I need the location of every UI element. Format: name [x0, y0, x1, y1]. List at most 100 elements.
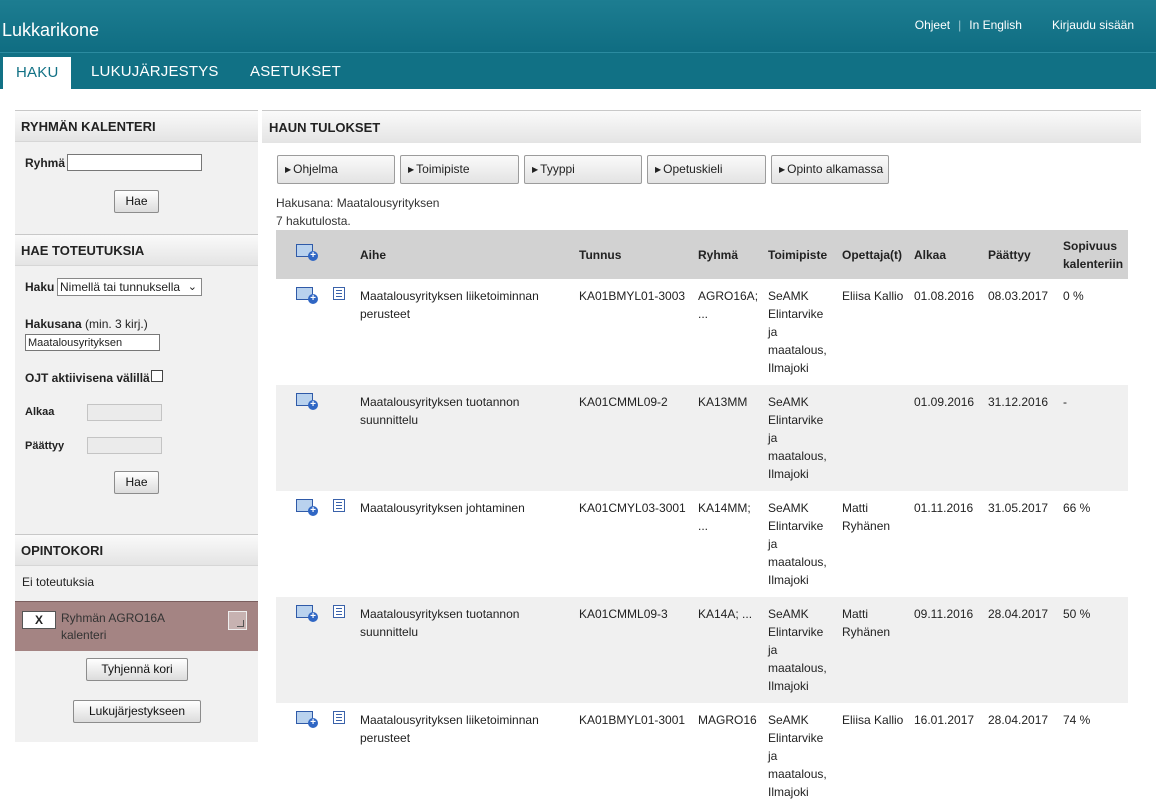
group-label: Ryhmä: [25, 156, 66, 170]
top-links: Ohjeet | In English Kirjaudu sisään: [915, 18, 1134, 32]
filter-ohjelma[interactable]: ▶ Ohjelma: [277, 155, 395, 184]
cell-start: 01.08.2016: [910, 279, 984, 385]
table-row: + Maatalousyrityksen johtaminen KA01CMYL03…: [276, 491, 1128, 597]
col-end[interactable]: Päättyy: [984, 230, 1059, 279]
details-list-icon[interactable]: [333, 499, 345, 512]
cell-fit: 74 %: [1059, 703, 1128, 809]
query-label-group: Hakusana (min. 3 kirj.): [25, 317, 148, 331]
query-label: Hakusana: [25, 317, 82, 331]
cell-fit: 66 %: [1059, 491, 1128, 597]
row-details-cell: [329, 279, 356, 385]
cell-fit: 50 %: [1059, 597, 1128, 703]
chevron-down-icon: ⌄: [187, 281, 197, 293]
filter-tyyppi[interactable]: ▶ Tyyppi: [524, 155, 642, 184]
results-table: + Aihe Tunnus Ryhmä Toimipiste Opettaja(…: [276, 230, 1128, 809]
filter-opinto-alkamassa[interactable]: ▶ Opinto alkamassa: [771, 155, 889, 184]
clear-cart-button[interactable]: Tyhjennä kori: [86, 658, 188, 681]
cell-code: KA01CMML09-3: [575, 597, 694, 703]
row-add-cell: +: [276, 279, 329, 385]
cell-start: 16.01.2017: [910, 703, 984, 809]
cart-item: X Ryhmän AGRO16A kalenteri: [15, 601, 258, 651]
row-details-cell: [329, 597, 356, 703]
cell-end: 31.05.2017: [984, 491, 1059, 597]
link-separator: |: [958, 18, 962, 32]
cell-start: 09.11.2016: [910, 597, 984, 703]
cell-teachers: Matti Ryhänen: [838, 597, 910, 703]
add-to-calendar-icon[interactable]: +: [296, 499, 318, 516]
cell-group: MAGRO16: [694, 703, 764, 809]
details-list-icon[interactable]: [333, 605, 345, 618]
group-search-button[interactable]: Hae: [114, 190, 159, 213]
filter-toimipiste[interactable]: ▶ Toimipiste: [400, 155, 519, 184]
row-details-cell: [329, 703, 356, 809]
to-schedule-button[interactable]: Lukujärjestykseen: [73, 700, 201, 723]
cell-location: SeAMK Elintarvike ja maatalous, Ilmajoki: [764, 385, 838, 491]
cell-teachers: Eliisa Kallio: [838, 703, 910, 809]
search-mode-select[interactable]: Nimellä tai tunnuksella ⌄: [57, 278, 202, 296]
filter-label: Tyyppi: [540, 162, 575, 176]
results-header-row: + Aihe Tunnus Ryhmä Toimipiste Opettaja(…: [276, 230, 1128, 279]
results-heading: HAUN TULOKSET: [262, 110, 1141, 143]
row-add-cell: +: [276, 491, 329, 597]
search-term-text: Hakusana: Maatalousyrityksen: [276, 196, 440, 210]
sidebar: RYHMÄN KALENTERI Ryhmä Hae HAE TOTEUTUKS…: [15, 110, 258, 742]
login-link[interactable]: Kirjaudu sisään: [1052, 18, 1134, 32]
details-header: [329, 230, 356, 279]
col-fit[interactable]: Sopivuus kalenteriin: [1059, 230, 1128, 279]
cell-code: KA01CMML09-2: [575, 385, 694, 491]
cell-fit: 0 %: [1059, 279, 1128, 385]
start-date-input[interactable]: [87, 404, 162, 421]
cell-end: 08.03.2017: [984, 279, 1059, 385]
cell-code: KA01BMYL01-3003: [575, 279, 694, 385]
cart-item-remove-button[interactable]: X: [22, 611, 56, 629]
tab-lukujarjestys[interactable]: LUKUJÄRJESTYS: [91, 53, 219, 90]
col-location[interactable]: Toimipiste: [764, 230, 838, 279]
cell-subject: Maatalousyrityksen johtaminen: [356, 491, 575, 597]
add-to-calendar-icon[interactable]: +: [296, 393, 318, 410]
group-input[interactable]: [67, 154, 202, 171]
start-label: Alkaa: [25, 406, 55, 418]
table-row: + Maatalousyrityksen liiketoiminnan perus…: [276, 279, 1128, 385]
tab-haku[interactable]: HAKU: [3, 57, 72, 90]
cell-start: 01.09.2016: [910, 385, 984, 491]
add-to-calendar-icon[interactable]: +: [296, 287, 318, 304]
query-input[interactable]: Maatalousyrityksen: [25, 334, 160, 351]
details-list-icon[interactable]: [333, 711, 345, 724]
top-bar: Lukkarikone Ohjeet | In English Kirjaudu…: [0, 0, 1156, 52]
add-to-calendar-icon[interactable]: +: [296, 605, 318, 622]
cell-group: KA13MM: [694, 385, 764, 491]
tab-asetukset[interactable]: ASETUKSET: [250, 53, 341, 90]
cell-location: SeAMK Elintarvike ja maatalous, Ilmajoki: [764, 703, 838, 809]
filter-opetuskieli[interactable]: ▶ Opetuskieli: [647, 155, 766, 184]
cell-code: KA01BMYL01-3001: [575, 703, 694, 809]
row-add-cell: +: [276, 703, 329, 809]
add-to-calendar-icon[interactable]: +: [296, 711, 318, 728]
cell-end: 28.04.2017: [984, 703, 1059, 809]
add-to-calendar-icon[interactable]: +: [296, 244, 318, 261]
ojt-checkbox[interactable]: [151, 370, 163, 382]
table-row: + Maatalousyrityksen tuotannon suunnittel…: [276, 385, 1128, 491]
col-start[interactable]: Alkaa: [910, 230, 984, 279]
app-title: Lukkarikone: [2, 20, 100, 40]
filter-label: Opinto alkamassa: [787, 162, 884, 176]
query-hint: (min. 3 kirj.): [85, 317, 148, 331]
cart-item-toggle[interactable]: [228, 611, 247, 630]
cart-item-label: Ryhmän AGRO16A kalenteri: [61, 611, 165, 642]
end-date-input[interactable]: [87, 437, 162, 454]
cell-group: KA14MM; ...: [694, 491, 764, 597]
english-link[interactable]: In English: [969, 18, 1022, 32]
col-subject[interactable]: Aihe: [356, 230, 575, 279]
cell-start: 01.11.2016: [910, 491, 984, 597]
details-list-icon[interactable]: [333, 287, 345, 300]
cell-teachers: [838, 385, 910, 491]
col-code[interactable]: Tunnus: [575, 230, 694, 279]
filter-label: Opetuskieli: [663, 162, 723, 176]
expand-triangle-icon: ▶: [655, 165, 662, 174]
col-group[interactable]: Ryhmä: [694, 230, 764, 279]
col-teachers[interactable]: Opettaja(t): [838, 230, 910, 279]
cell-subject: Maatalousyrityksen liiketoiminnan perust…: [356, 703, 575, 809]
add-all-header: +: [276, 230, 329, 279]
help-link[interactable]: Ohjeet: [915, 18, 950, 32]
implementation-search-button[interactable]: Hae: [114, 471, 159, 494]
search-mode-value: Nimellä tai tunnuksella: [60, 280, 181, 294]
